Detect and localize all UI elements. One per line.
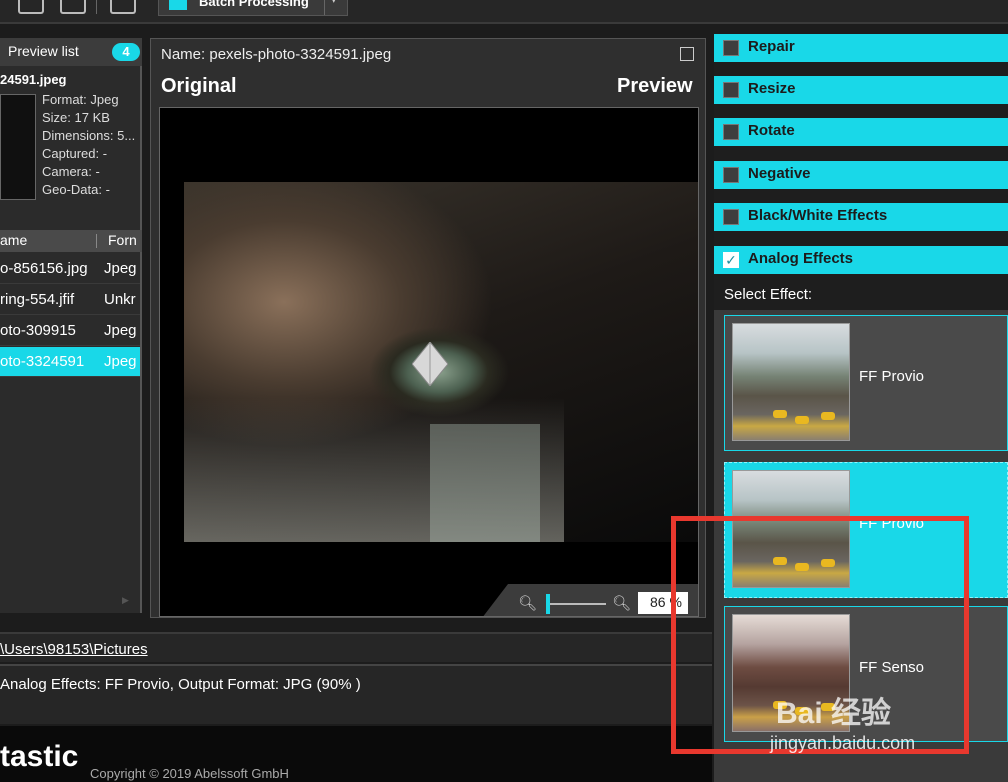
zoom-in-icon[interactable]: 🔍︎ xyxy=(612,594,631,612)
file-name-cell: oto-309915 xyxy=(0,322,76,339)
scroll-right-icon[interactable]: ▶ xyxy=(122,595,129,606)
file-geodata: Geo-Data: - xyxy=(42,182,110,197)
zoom-slider-track[interactable] xyxy=(546,603,606,605)
category-repair[interactable]: Repair xyxy=(714,34,1008,62)
brand-logo-text: tastic xyxy=(0,740,79,773)
image-name-bar: Name: pexels-photo-3324591.jpeg xyxy=(151,39,705,67)
checkbox-black-white[interactable] xyxy=(723,209,739,225)
checkbox-repair[interactable] xyxy=(723,40,739,56)
preview-label: Preview xyxy=(617,75,693,97)
preview-count-badge: 4 xyxy=(112,43,140,61)
batch-processing-label: Batch Processing xyxy=(199,0,309,9)
category-label: Rotate xyxy=(748,122,795,139)
batch-icon xyxy=(169,0,187,10)
category-label: Resize xyxy=(748,80,796,97)
image-viewer: Name: pexels-photo-3324591.jpeg Original… xyxy=(150,38,706,618)
effect-item[interactable]: FF Provio xyxy=(724,315,1008,451)
toolbar-divider xyxy=(96,0,97,14)
app-footer: tastic Copyright © 2019 Abelssoft GmbH xyxy=(0,726,712,782)
category-black-white[interactable]: Black/White Effects xyxy=(714,203,1008,231)
taxi-shape xyxy=(795,416,809,424)
file-name-cell: ring-554.jfif xyxy=(0,291,75,308)
taxi-shape xyxy=(773,410,787,418)
table-row[interactable]: o-856156.jpg Jpeg xyxy=(0,254,140,284)
effect-thumbnail xyxy=(732,323,850,441)
file-dimensions: Dimensions: 5... xyxy=(42,128,136,143)
file-format-cell: Unkr xyxy=(104,291,136,308)
category-label: Analog Effects xyxy=(748,250,854,267)
effect-label: FF Provio xyxy=(859,368,925,385)
category-rotate[interactable]: Rotate xyxy=(714,118,1008,146)
category-analog-effects[interactable]: ✓ Analog Effects xyxy=(714,246,1008,274)
zoom-slider-handle[interactable] xyxy=(546,594,550,614)
category-label: Negative xyxy=(748,165,811,182)
file-table-header: ame Forn xyxy=(0,230,142,252)
file-size: Size: 17 KB xyxy=(42,110,110,125)
table-row[interactable]: oto-309915 Jpeg xyxy=(0,316,140,346)
category-resize[interactable]: Resize xyxy=(714,76,1008,104)
expand-icon[interactable] xyxy=(680,47,694,61)
checkbox-resize[interactable] xyxy=(723,82,739,98)
checkmark-icon[interactable]: ✓ xyxy=(723,252,739,268)
batch-processing-button[interactable]: Batch Processing ▾ xyxy=(158,0,348,16)
original-label: Original xyxy=(161,75,237,97)
chevron-down-icon[interactable]: ▾ xyxy=(331,0,337,6)
folder-path-link[interactable]: \Users\98153\Pictures xyxy=(0,641,148,658)
category-label: Black/White Effects xyxy=(748,207,888,224)
top-toolbar: Batch Processing ▾ xyxy=(0,0,1008,24)
checkbox-rotate[interactable] xyxy=(723,124,739,140)
preview-list-title: Preview list xyxy=(8,43,79,59)
split-handle-icon[interactable] xyxy=(412,342,448,386)
file-camera: Camera: - xyxy=(42,164,100,179)
table-row-selected[interactable]: oto-3324591 Jpeg xyxy=(0,347,140,377)
path-bar: \Users\98153\Pictures xyxy=(0,632,712,662)
image-canvas[interactable]: 🔍︎ 🔍︎ 86 % xyxy=(159,107,699,617)
category-negative[interactable]: Negative xyxy=(714,161,1008,189)
file-format-cell: Jpeg xyxy=(104,353,137,370)
preview-list-header: Preview list 4 xyxy=(0,38,142,66)
selected-file-name: 24591.jpeg xyxy=(0,72,67,87)
file-format: Format: Jpeg xyxy=(42,92,119,107)
file-format-cell: Jpeg xyxy=(104,260,137,277)
summary-bar: Analog Effects: FF Provio, Output Format… xyxy=(0,664,712,724)
category-label: Repair xyxy=(748,38,795,55)
table-row[interactable]: ring-554.jfif Unkr xyxy=(0,285,140,315)
file-captured: Captured: - xyxy=(42,146,108,161)
column-header-format[interactable]: Forn xyxy=(108,232,137,248)
window-icon[interactable] xyxy=(110,0,136,14)
preview-list-panel: Preview list 4 24591.jpeg Format: Jpeg S… xyxy=(0,38,142,613)
zoom-out-icon[interactable]: 🔍︎ xyxy=(518,594,537,612)
watermark-logo: Bai 经验 xyxy=(776,697,892,730)
printer-icon[interactable] xyxy=(60,0,86,14)
file-name-cell: oto-3324591 xyxy=(0,353,85,370)
watermark-url: jingyan.baidu.com xyxy=(770,733,916,753)
column-divider[interactable] xyxy=(96,234,97,248)
copyright-text: Copyright © 2019 Abelssoft GmbH xyxy=(90,766,289,781)
file-name-cell: o-856156.jpg xyxy=(0,260,88,277)
selected-file-thumbnail xyxy=(0,94,36,200)
recycle-icon[interactable] xyxy=(18,0,44,14)
select-effect-label: Select Effect: xyxy=(724,286,813,303)
batch-dropdown-divider xyxy=(324,0,325,15)
column-header-name[interactable]: ame xyxy=(0,232,27,248)
processing-summary: Analog Effects: FF Provio, Output Format… xyxy=(0,676,361,693)
taxi-shape xyxy=(821,412,835,420)
file-format-cell: Jpeg xyxy=(104,322,137,339)
checkbox-negative[interactable] xyxy=(723,167,739,183)
preview-split-region xyxy=(430,424,540,542)
image-name-label: Name: pexels-photo-3324591.jpeg xyxy=(161,46,392,63)
